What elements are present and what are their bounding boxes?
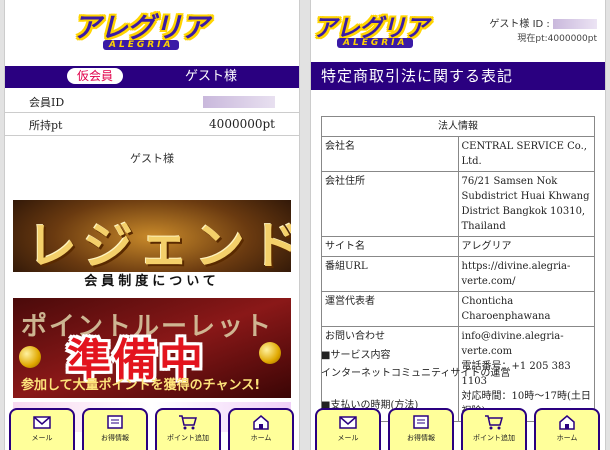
left-screen: アレグリア ALEGRIA 仮会員 ゲスト様 会員ID 所持pt 4000000…	[4, 0, 300, 450]
mail-icon	[33, 416, 51, 429]
nav-label: ポイント追加	[167, 434, 209, 442]
nav-add-points-button[interactable]: ポイント追加	[155, 408, 221, 450]
member-id-redacted	[203, 96, 275, 108]
point-roulette-banner[interactable]: ポイントルーレット 準備中 参加して大量ポイントを獲得のチャンス!	[13, 298, 291, 398]
provisional-member-badge: 仮会員	[67, 68, 123, 84]
table-row: 会社名 CENTRAL SERVICE Co., Ltd.	[321, 136, 595, 172]
nav-add-points-button[interactable]: ポイント追加	[461, 408, 527, 450]
home-icon	[253, 415, 269, 430]
nav-home-button[interactable]: ホーム	[228, 408, 294, 450]
nav-news-button[interactable]: お得情報	[82, 408, 148, 450]
roulette-banner-caption: 参加して大量ポイントを獲得のチャンス!	[21, 378, 261, 393]
member-id-label: 会員ID	[29, 96, 65, 109]
table-header: 法人情報	[321, 116, 595, 137]
nav-label: ホーム	[250, 434, 272, 442]
nav-label: ポイント追加	[473, 434, 515, 442]
home-icon	[559, 415, 575, 430]
guest-greeting: ゲスト様	[130, 152, 174, 165]
service-section-title: ■サービス内容	[321, 350, 391, 361]
table-row: 番組URL https://divine.alegria-verte.com/	[321, 256, 595, 292]
user-id-display: ゲスト様 ID :	[489, 15, 597, 30]
nav-label: メール	[31, 434, 53, 442]
row-value: Chonticha Charoenphawana	[457, 291, 595, 327]
coin-icon	[19, 346, 41, 368]
nav-home-button[interactable]: ホーム	[534, 408, 600, 450]
right-screen: アレグリア ALEGRIA ゲスト様 ID : 現在pt:4000000pt 特…	[310, 0, 606, 450]
row-key: サイト名	[321, 236, 459, 257]
legend-membership-banner[interactable]: レジェンド 会員制度について	[13, 200, 291, 292]
current-points: 現在pt:4000000pt	[517, 34, 597, 44]
nav-label: お得情報	[101, 434, 129, 442]
bottom-nav: メール お得情報 ポイント追加 ホーム	[5, 408, 299, 450]
cart-icon	[179, 415, 197, 430]
nav-mail-button[interactable]: メール	[315, 408, 381, 450]
table-row: サイト名 アレグリア	[321, 236, 595, 257]
guest-name: ゲスト様	[185, 69, 238, 84]
news-icon	[107, 415, 123, 429]
coin-icon	[259, 342, 281, 364]
table-row: 運営代表者 Chonticha Charoenphawana	[321, 291, 595, 327]
nav-mail-button[interactable]: メール	[9, 408, 75, 450]
alegria-logo[interactable]: アレグリア ALEGRIA	[313, 8, 443, 58]
site-url-link[interactable]: https://divine.alegria-verte.com/	[457, 256, 595, 292]
row-key: 番組URL	[321, 256, 459, 292]
row-key: 会社名	[321, 136, 459, 172]
member-status-bar: 仮会員 ゲスト様	[5, 66, 299, 88]
cart-icon	[485, 415, 503, 430]
logo-subtext: ALEGRIA	[337, 38, 414, 48]
points-value: 4000000pt	[209, 117, 275, 131]
logo-subtext: ALEGRIA	[103, 40, 180, 50]
user-id-label: ゲスト様 ID :	[489, 19, 550, 30]
nav-label: メール	[337, 434, 359, 442]
news-icon	[413, 415, 429, 429]
nav-news-button[interactable]: お得情報	[388, 408, 454, 450]
user-id-redacted	[553, 19, 597, 29]
row-value: アレグリア	[457, 236, 595, 257]
nav-label: ホーム	[556, 434, 578, 442]
member-id-row: 会員ID	[5, 90, 299, 113]
legend-banner-title: レジェンド	[27, 217, 291, 275]
row-key: 会社住所	[321, 171, 459, 237]
mail-icon	[339, 416, 357, 429]
service-section-body: インターネットコミュニティサイトの運営	[321, 368, 511, 379]
legend-banner-subtitle: 会員制度について	[13, 272, 291, 292]
contact-email-link[interactable]: info@divine.alegria-verte.com	[462, 329, 592, 359]
bottom-nav: メール お得情報 ポイント追加 ホーム	[311, 408, 605, 450]
points-label: 所持pt	[29, 119, 63, 132]
page-title: 特定商取引法に関する表記	[311, 62, 605, 90]
nav-label: お得情報	[407, 434, 435, 442]
row-value: 76/21 Samsen Nok Subdistrict Huai Khwang…	[457, 171, 595, 237]
table-row: 会社住所 76/21 Samsen Nok Subdistrict Huai K…	[321, 171, 595, 237]
row-value: CENTRAL SERVICE Co., Ltd.	[457, 136, 595, 172]
row-key: 運営代表者	[321, 291, 459, 327]
points-row: 所持pt 4000000pt	[5, 113, 299, 136]
alegria-logo[interactable]: アレグリア ALEGRIA	[73, 6, 229, 56]
